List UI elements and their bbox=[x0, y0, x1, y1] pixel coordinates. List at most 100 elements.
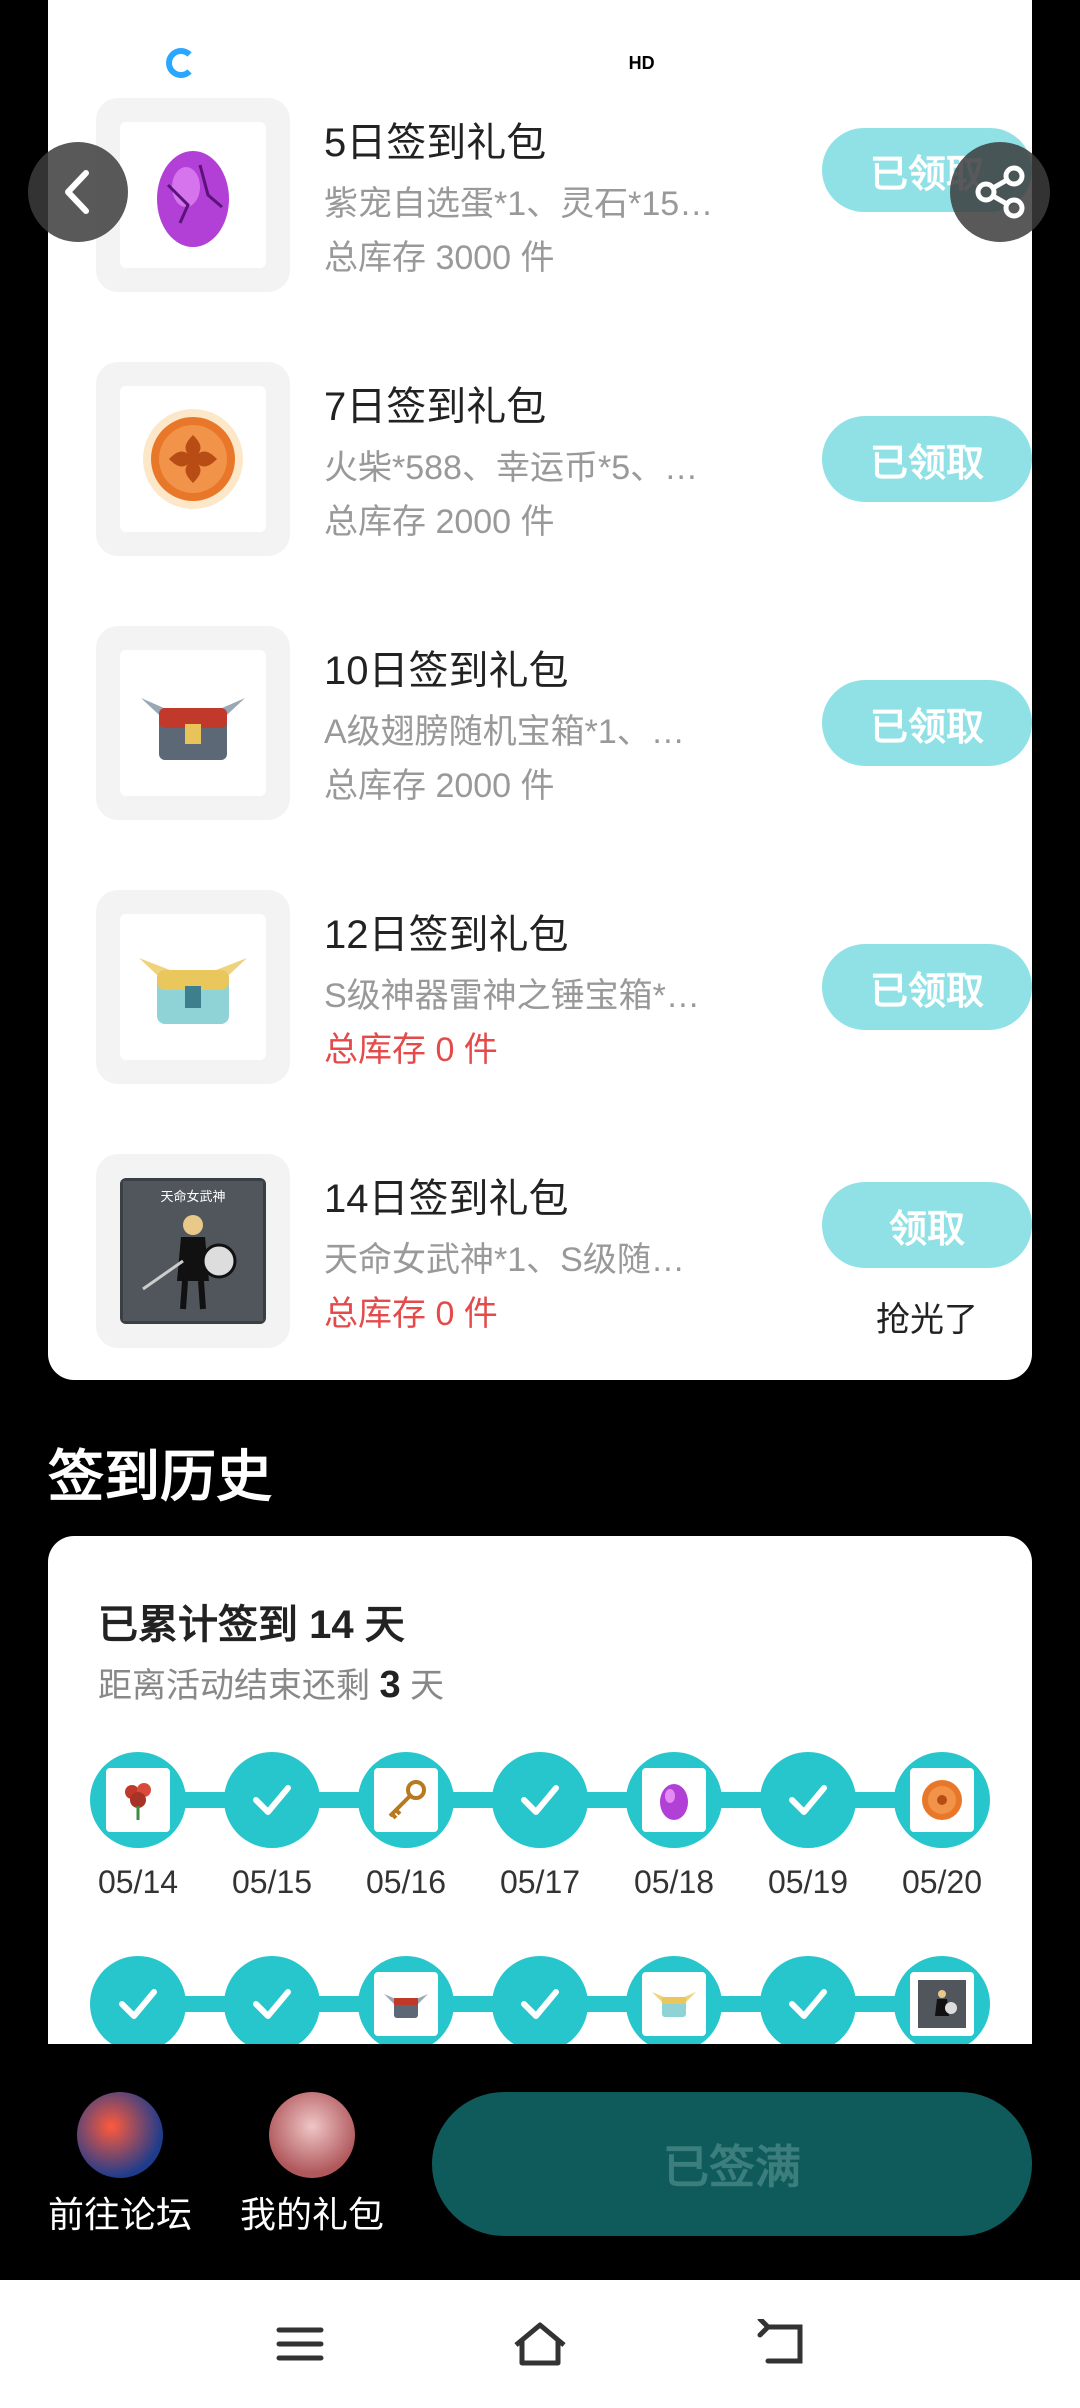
back-button[interactable] bbox=[28, 142, 128, 242]
claimed-button[interactable]: 已领取 bbox=[822, 416, 1032, 502]
net-speed-unit: KB/s bbox=[571, 62, 606, 80]
gift-list-card: 5日签到礼包 紫宠自选蛋*1、灵石*15… 总库存 3000 件 已领取 7日签… bbox=[48, 0, 1032, 1380]
gift-thumbnail bbox=[96, 890, 290, 1084]
key-icon bbox=[374, 1768, 438, 1832]
remain-prefix: 距离活动结束还剩 bbox=[98, 1667, 370, 1705]
valkyrie-card-icon bbox=[910, 1972, 974, 2036]
loading-icon bbox=[166, 48, 196, 78]
gift-description: S级神器雷神之锤宝箱*… bbox=[324, 977, 700, 1015]
history-remaining: 距离活动结束还剩 3 天 bbox=[98, 1658, 444, 1707]
signal-icon bbox=[700, 49, 730, 79]
gift-stock: 总库存 0 件 bbox=[324, 1295, 498, 1333]
gift-title: 12日签到礼包 bbox=[324, 913, 569, 957]
gift-title: 14日签到礼包 bbox=[324, 1177, 569, 1221]
system-nav-bar bbox=[0, 2280, 1080, 2408]
chevron-left-icon bbox=[65, 170, 89, 214]
day-date-label: 05/17 bbox=[499, 1864, 581, 1900]
day-node-reward bbox=[894, 1956, 990, 2044]
day-node-reward bbox=[358, 1956, 454, 2044]
check-icon bbox=[253, 1785, 291, 1815]
gift-stock: 总库存 3000 件 bbox=[324, 239, 555, 277]
day-node-reward bbox=[90, 1752, 186, 1848]
network-type: 4G bbox=[677, 48, 699, 66]
gift-thumbnail bbox=[96, 626, 290, 820]
forum-label: 前往论坛 bbox=[47, 2194, 192, 2235]
check-icon bbox=[119, 1989, 157, 2019]
hd-icon: HD bbox=[623, 51, 660, 76]
history-row-2 bbox=[90, 1956, 990, 2044]
net-speed-value: 130 bbox=[575, 46, 603, 64]
wifi-icon bbox=[747, 50, 782, 77]
total-prefix: 已累计签到 bbox=[98, 1603, 298, 1647]
gift-bag-icon bbox=[269, 2092, 355, 2178]
day-date-label: 05/18 bbox=[633, 1864, 715, 1900]
sold-out-label: 抢光了 bbox=[876, 1301, 978, 1339]
artifact-chest-icon bbox=[642, 1972, 706, 2036]
check-icon bbox=[521, 1989, 559, 2019]
alarm-icon bbox=[523, 48, 554, 79]
menu-button[interactable] bbox=[270, 2314, 330, 2374]
home-icon bbox=[514, 2322, 566, 2366]
history-row-1: 05/14 05/15 05/16 05/17 05/18 05/19 05/20 bbox=[90, 1752, 990, 1900]
battery-percent: 27% bbox=[799, 44, 868, 82]
forum-link[interactable]: 前往论坛 bbox=[40, 2092, 200, 2238]
gift-title: 10日签到礼包 bbox=[324, 649, 569, 693]
claim-button[interactable]: 领取 bbox=[822, 1182, 1032, 1268]
remain-suffix: 天 bbox=[410, 1667, 445, 1705]
gift-description: 紫宠自选蛋*1、灵石*15… bbox=[324, 185, 714, 223]
signed-full-button[interactable]: 已签满 bbox=[432, 2092, 1032, 2236]
remain-days: 3 bbox=[379, 1664, 401, 1706]
history-section-title: 签到历史 bbox=[48, 1445, 272, 1508]
gift-item-10day: 10日签到礼包 A级翅膀随机宝箱*1、… 总库存 2000 件 已领取 bbox=[96, 626, 1032, 820]
gift-description: 天命女武神*1、S级随… bbox=[324, 1241, 685, 1279]
history-total: 已累计签到 14 天 bbox=[98, 1592, 405, 1650]
day-date-label: 05/16 bbox=[365, 1864, 447, 1900]
gift-title: 7日签到礼包 bbox=[324, 385, 547, 429]
day-node-checked bbox=[224, 1752, 320, 1848]
check-icon bbox=[253, 1989, 291, 2019]
gift-item-12day: 12日签到礼包 S级神器雷神之锤宝箱*… 总库存 0 件 已领取 bbox=[96, 890, 1032, 1084]
status-time: 00:04 bbox=[48, 40, 144, 82]
cellular-signal: 4G bbox=[678, 49, 730, 79]
gift-stock: 总库存 2000 件 bbox=[324, 767, 555, 805]
home-button[interactable] bbox=[510, 2314, 570, 2374]
net-speed: 130 KB/s bbox=[571, 46, 606, 80]
history-card: 已累计签到 14 天 距离活动结束还剩 3 天 05/14 05/15 05/16 0… bbox=[48, 1536, 1032, 2044]
claimed-button[interactable]: 已领取 bbox=[822, 680, 1032, 766]
check-icon bbox=[789, 1989, 827, 2019]
day-date-label: 05/20 bbox=[901, 1864, 983, 1900]
valkyrie-card-caption: 天命女武神 bbox=[160, 1189, 225, 1205]
day-date-label: 05/15 bbox=[231, 1864, 313, 1900]
purple-egg-icon bbox=[157, 151, 229, 247]
day-node-checked bbox=[760, 1752, 856, 1848]
rose-icon bbox=[106, 1768, 170, 1832]
claimed-button[interactable]: 已领取 bbox=[822, 944, 1032, 1030]
gift-item-14day: 天命女武神 14日签到礼包 天命女武神*1、S级随… 总库存 0 件 领取 抢光… bbox=[96, 1154, 1032, 1348]
status-bar: 00:04 130 KB/s HD 4G 27% bbox=[0, 0, 1080, 128]
lucky-coin-icon bbox=[910, 1768, 974, 1832]
check-icon bbox=[789, 1785, 827, 1815]
day-node-reward bbox=[626, 1956, 722, 2044]
share-button[interactable] bbox=[950, 142, 1050, 242]
day-node-checked bbox=[492, 1956, 588, 2044]
my-gifts-link[interactable]: 我的礼包 bbox=[232, 2092, 392, 2238]
battery-icon bbox=[886, 49, 940, 78]
forum-icon bbox=[77, 2092, 163, 2178]
gift-description: A级翅膀随机宝箱*1、… bbox=[324, 713, 685, 751]
back-nav-button[interactable] bbox=[752, 2314, 812, 2374]
valkyrie-card-icon: 天命女武神 bbox=[123, 1181, 263, 1321]
day-node-checked bbox=[90, 1956, 186, 2044]
day-date-label: 05/14 bbox=[97, 1864, 179, 1900]
gift-stock: 总库存 2000 件 bbox=[324, 503, 555, 541]
gift-thumbnail bbox=[96, 362, 290, 556]
purple-egg-icon bbox=[642, 1768, 706, 1832]
day-node-checked bbox=[224, 1956, 320, 2044]
my-gifts-label: 我的礼包 bbox=[239, 2194, 384, 2235]
return-icon bbox=[757, 2319, 803, 2364]
day-date-label: 05/19 bbox=[767, 1864, 849, 1900]
status-icons: 130 KB/s HD 4G 27% bbox=[523, 44, 940, 83]
bottom-action-bar: 前往论坛 我的礼包 已签满 bbox=[0, 2044, 1080, 2280]
lucky-coin-icon bbox=[143, 409, 243, 509]
total-days: 14 bbox=[309, 1603, 354, 1647]
wing-chest-icon bbox=[374, 1972, 438, 2036]
